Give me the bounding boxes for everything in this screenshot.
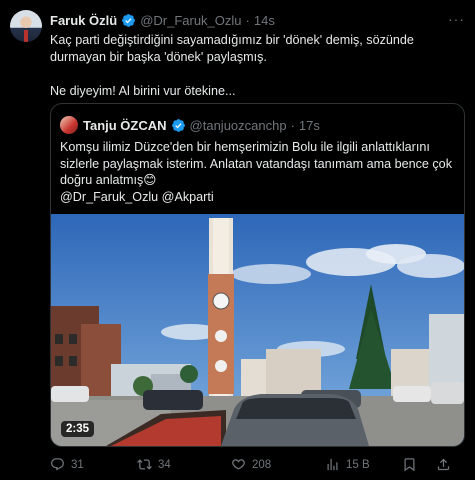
quoted-author-name: Tanju ÖZCAN	[83, 117, 167, 133]
quoted-header-separator: ·	[290, 117, 295, 133]
views-count: 15 B	[346, 458, 370, 471]
repost-count: 34	[158, 458, 171, 471]
tweet-text: Kaç parti değiştirdiğini sayamadığımız b…	[50, 33, 414, 98]
like-button[interactable]: 208	[231, 457, 271, 472]
quoted-author-handle: @tanjuozcanchp	[189, 117, 287, 133]
author-handle[interactable]: @Dr_Faruk_Ozlu	[140, 13, 241, 28]
reply-button[interactable]: 31	[50, 457, 84, 472]
repost-icon	[137, 459, 152, 470]
video-duration: 2:35	[61, 421, 95, 437]
quoted-tweet-time: 17s	[298, 117, 320, 133]
tweet-header: Faruk Özlü @Dr_Faruk_Ozlu · 14s	[50, 11, 275, 29]
header-separator: ·	[245, 12, 250, 28]
tweet-time[interactable]: 14s	[254, 13, 275, 28]
video-player[interactable]: 2:35	[51, 214, 464, 446]
share-button[interactable]	[436, 457, 451, 472]
quoted-tweet-text: Komşu ilimiz Düzce'den bir hemşerimizin …	[60, 140, 452, 187]
video-thumbnail	[51, 214, 464, 446]
repost-button[interactable]: 34	[137, 457, 171, 472]
tweet-actions: 31 34 208 15 B	[50, 457, 465, 475]
reply-count: 31	[71, 458, 84, 471]
bookmark-icon	[404, 458, 415, 472]
author-name[interactable]: Faruk Özlü	[50, 13, 117, 28]
views-button[interactable]: 15 B	[325, 457, 370, 472]
share-icon	[437, 458, 450, 471]
tweet[interactable]: Faruk Özlü @Dr_Faruk_Ozlu · 14s ··· Kaç …	[0, 0, 475, 480]
quoted-tweet[interactable]: Tanju ÖZCAN @tanjuozcanchp · 17s Komşu i…	[50, 103, 465, 447]
quoted-author-avatar	[60, 116, 78, 134]
like-icon	[232, 459, 245, 470]
views-icon	[327, 458, 338, 471]
reply-icon	[51, 458, 64, 471]
verified-badge-icon	[122, 13, 136, 27]
verified-badge-icon	[171, 118, 185, 132]
quoted-tweet-mentions: @Dr_Faruk_Ozlu @Akparti	[60, 190, 214, 204]
author-avatar[interactable]	[10, 10, 42, 42]
ellipsis-icon[interactable]: ···	[448, 11, 465, 27]
quoted-tweet-header: Tanju ÖZCAN @tanjuozcanchp · 17s	[83, 116, 320, 134]
like-count: 208	[252, 458, 272, 471]
bookmark-button[interactable]	[402, 457, 417, 472]
